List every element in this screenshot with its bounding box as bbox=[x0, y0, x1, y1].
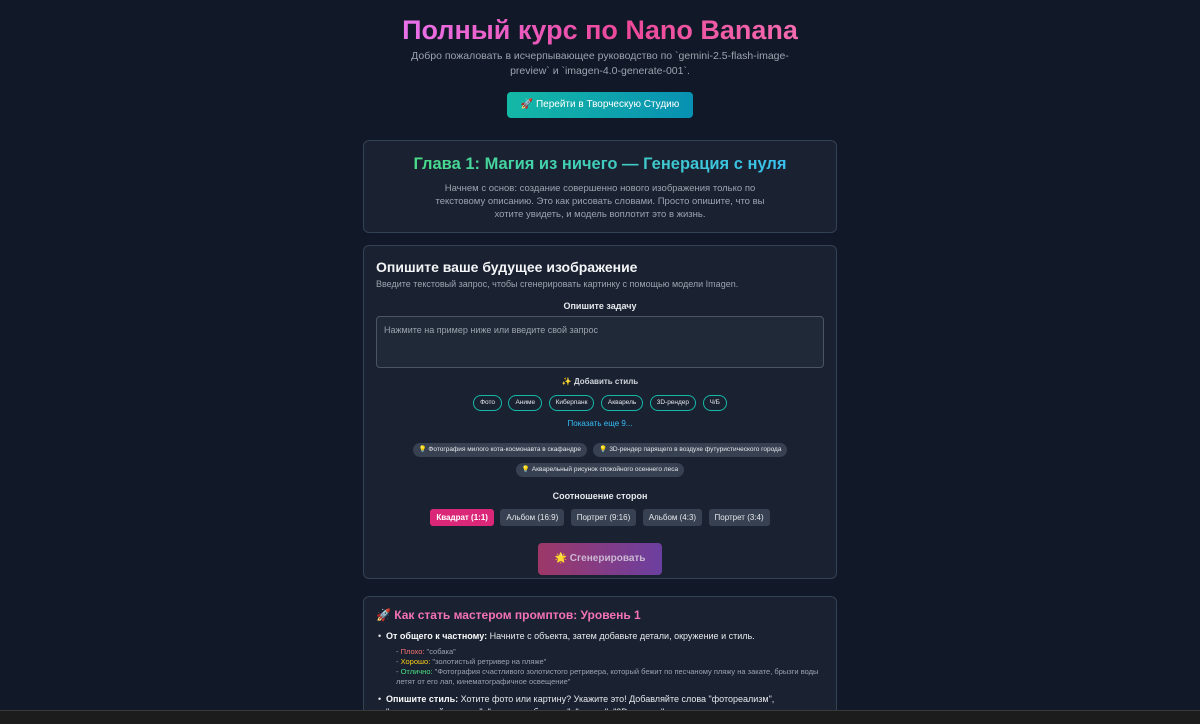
aspect-ratio-options: Квадрат (1:1) Альбом (16:9) Портрет (9:1… bbox=[376, 507, 824, 526]
example-prompt-city[interactable]: 💡 3D-рендер парящего в воздухе футуристи… bbox=[593, 443, 788, 457]
main-column: Полный курс по Nano Banana Добро пожалов… bbox=[363, 0, 837, 724]
tip-1-text: Начните с объекта, затем добавьте детали… bbox=[487, 631, 755, 641]
chapter-card: Глава 1: Магия из ничего — Генерация с н… bbox=[363, 140, 837, 233]
page-subtitle: Добро пожаловать в исчерпывающее руковод… bbox=[411, 50, 789, 77]
prompt-textarea[interactable]: Нажмите на пример ниже или введите свой … bbox=[376, 316, 824, 368]
aspect-square-button[interactable]: Квадрат (1:1) bbox=[430, 509, 494, 526]
good-label: Хорошо: bbox=[400, 657, 431, 666]
tip-item-general-to-specific: От общего к частному: Начните с объекта,… bbox=[376, 630, 824, 687]
aspect-ratio-label: Соотношение сторон bbox=[552, 491, 648, 501]
generator-card: Опишите ваше будущее изображение Введите… bbox=[363, 245, 837, 579]
tip-1-heading: От общего к частному: bbox=[386, 631, 488, 641]
go-to-studio-button[interactable]: 🚀 Перейти в Творческую Студию bbox=[506, 92, 694, 118]
tips-list: От общего к частному: Начните с объекта,… bbox=[376, 630, 824, 719]
style-chip-3d-render[interactable]: 3D-рендер bbox=[649, 395, 697, 411]
style-chip-bw[interactable]: Ч/Б bbox=[702, 395, 727, 411]
page-title: Полный курс по Nano Banana bbox=[363, 14, 837, 46]
generate-button[interactable]: 🌟 Сгенерировать bbox=[538, 543, 662, 575]
style-chip-watercolor[interactable]: Акварель bbox=[600, 395, 644, 411]
tip-1-examples: - Плохо: "собака" - Хорошо: "золотистый … bbox=[396, 647, 819, 686]
bad-example: "собака" bbox=[424, 647, 456, 656]
chapter-title: Глава 1: Магия из ничего — Генерация с н… bbox=[384, 154, 816, 174]
aspect-landscape-16-9-button[interactable]: Альбом (16:9) bbox=[500, 509, 565, 526]
generator-title: Опишите ваше будущее изображение bbox=[376, 259, 638, 275]
bad-label: Плохо: bbox=[400, 647, 425, 656]
good-example: "золотистый ретривер на пляже" bbox=[430, 657, 547, 666]
example-prompt-cat[interactable]: 💡 Фотография милого кота-космонавта в ск… bbox=[412, 443, 587, 457]
show-more-styles-link[interactable]: Показать еще 9... bbox=[376, 419, 824, 428]
excellent-example: "Фотография счастливого золотистого ретр… bbox=[396, 667, 819, 686]
generator-subtitle: Введите текстовый запрос, чтобы сгенерир… bbox=[376, 279, 739, 289]
hero-section: Полный курс по Nano Banana Добро пожалов… bbox=[363, 0, 837, 118]
style-chip-cyberpunk[interactable]: Киберпанк bbox=[548, 395, 595, 411]
style-chip-anime[interactable]: Аниме bbox=[508, 395, 543, 411]
add-style-label: ✨ Добавить стиль bbox=[561, 377, 639, 386]
style-chip-photo[interactable]: Фото bbox=[473, 395, 503, 411]
task-label: Опишите задачу bbox=[563, 301, 637, 311]
aspect-portrait-9-16-button[interactable]: Портрет (9:16) bbox=[570, 509, 637, 526]
excellent-label: Отлично: bbox=[400, 667, 433, 676]
example-prompts: 💡 Фотография милого кота-космонавта в ск… bbox=[376, 437, 824, 477]
aspect-portrait-3-4-button[interactable]: Портрет (3:4) bbox=[708, 509, 770, 526]
example-prompt-forest[interactable]: 💡 Акварельный рисунок спокойного осеннег… bbox=[515, 463, 685, 477]
tip-2-heading: Опишите стиль: bbox=[386, 694, 459, 704]
chapter-description: Начнем с основ: создание совершенно ново… bbox=[435, 183, 765, 220]
tips-title: 🚀 Как стать мастером промптов: Уровень 1 bbox=[376, 608, 641, 622]
prompt-tips-card: 🚀 Как стать мастером промптов: Уровень 1… bbox=[363, 596, 837, 724]
style-chips: Фото Аниме Киберпанк Акварель 3D-рендер … bbox=[376, 391, 824, 411]
bottom-bar bbox=[0, 710, 1200, 724]
aspect-landscape-4-3-button[interactable]: Альбом (4:3) bbox=[642, 509, 703, 526]
